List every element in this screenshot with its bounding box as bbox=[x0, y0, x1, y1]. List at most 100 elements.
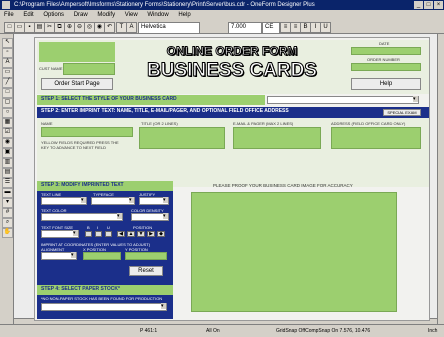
y-position-field[interactable] bbox=[125, 252, 167, 260]
menu-bar: File Edit Options Draw Modify View Windo… bbox=[0, 10, 444, 20]
step2-header: STEP 2: ENTER IMPRINT TEXT: NAME, TITLE,… bbox=[37, 107, 429, 118]
cust-name-label: CUST NAME bbox=[39, 66, 63, 71]
card-proof-preview bbox=[191, 192, 397, 312]
alignment-dropdown[interactable] bbox=[41, 252, 77, 260]
menu-draw[interactable]: Draw bbox=[74, 12, 88, 18]
app-icon bbox=[2, 1, 10, 9]
radio-tool-icon[interactable]: ◉ bbox=[2, 138, 13, 148]
tool-palette: ↖ ▫ A ▭ ╱ □ ▢ ○ ▦ ☑ ◉ ▣ ▥ ▤ ☰ ▬ ▾ # ⌕ ✋ bbox=[0, 34, 14, 330]
menu-help[interactable]: Help bbox=[178, 12, 190, 18]
required-note: YELLOW FIELDS REQUIRED PRESS THE KEY TO … bbox=[41, 140, 119, 150]
shade-tool-icon[interactable]: ▦ bbox=[2, 118, 13, 128]
hand-tool-icon[interactable]: ✋ bbox=[2, 228, 13, 238]
font-tool-icon[interactable]: A bbox=[126, 22, 137, 33]
toolbar: □ ▭ ▪ ▤ ✂ ⧉ ⊕ ⊖ ◎ ◉ ↶ T A Helvetica 7.00… bbox=[0, 20, 444, 34]
underline-label: U bbox=[107, 225, 110, 230]
cust-name-field[interactable] bbox=[63, 63, 115, 75]
color-density-dropdown[interactable] bbox=[131, 213, 169, 221]
window-title: C:\Program Files\Ampersoft\Imsforms\Stat… bbox=[14, 2, 315, 8]
proof-caption: PLEASE PROOF YOUR BUSINESS CARD IMAGE FO… bbox=[213, 183, 353, 188]
combo-tool-icon[interactable]: ▾ bbox=[2, 198, 13, 208]
order-number-label: ORDER NUMBER bbox=[367, 57, 400, 62]
help-button[interactable]: Help bbox=[351, 78, 421, 90]
reset-button[interactable]: Reset bbox=[129, 266, 163, 276]
minimize-button[interactable]: _ bbox=[414, 1, 423, 9]
paper-note: *NO NON-PAPER STOCK HAS BEEN FOUND FOR P… bbox=[41, 296, 163, 301]
order-start-page-button[interactable]: Order Start Page bbox=[41, 78, 113, 90]
x-position-field[interactable] bbox=[83, 252, 121, 260]
nudge-right-icon[interactable]: ▶ bbox=[147, 231, 155, 237]
menu-window[interactable]: Window bbox=[147, 12, 168, 18]
col-name-label: NAME bbox=[41, 121, 53, 126]
col-email-label: E-MAIL & PAGER (MAX 2 LINES) bbox=[233, 121, 294, 126]
box-tool-icon[interactable]: □ bbox=[2, 88, 13, 98]
italic-label: I bbox=[97, 225, 99, 230]
grid-tool-icon[interactable]: # bbox=[2, 208, 13, 218]
col-title-label: TITLE (OR 2 LINES) bbox=[141, 121, 178, 126]
barcode-tool-icon[interactable]: ▥ bbox=[2, 158, 13, 168]
table-tool-icon[interactable]: ▤ bbox=[2, 168, 13, 178]
image-tool-icon[interactable]: ▣ bbox=[2, 148, 13, 158]
bold-label: B bbox=[87, 225, 90, 230]
menu-file[interactable]: File bbox=[4, 12, 14, 18]
title-bar: C:\Program Files\Ampersoft\Imsforms\Stat… bbox=[0, 0, 444, 10]
italic-checkbox[interactable] bbox=[95, 231, 102, 237]
logo-area bbox=[39, 42, 115, 62]
list-tool-icon[interactable]: ☰ bbox=[2, 178, 13, 188]
font-size-field[interactable]: 7.000 bbox=[228, 22, 262, 34]
email-pager-field[interactable] bbox=[233, 127, 321, 149]
form-title-line1: ONLINE ORDER FORM bbox=[166, 44, 298, 59]
underline-icon[interactable]: U bbox=[320, 22, 331, 33]
order-number-field[interactable] bbox=[351, 63, 421, 71]
nudge-reset-icon[interactable]: ◆ bbox=[157, 231, 165, 237]
zoom-tool-icon[interactable]: ⌕ bbox=[2, 218, 13, 228]
typeface-dropdown[interactable] bbox=[91, 197, 135, 205]
vertical-scrollbar[interactable] bbox=[437, 34, 444, 324]
position-label: POSITION bbox=[133, 225, 153, 230]
menu-edit[interactable]: Edit bbox=[23, 12, 33, 18]
form-title-line2: BUSINESS CARDS bbox=[147, 60, 318, 82]
text-line-dropdown[interactable] bbox=[41, 197, 87, 205]
step3-header: STEP 3: MODIFY IMPRINTED TEXT bbox=[37, 181, 173, 191]
underline-checkbox[interactable] bbox=[105, 231, 112, 237]
select-tool-icon[interactable]: ▫ bbox=[2, 48, 13, 58]
menu-options[interactable]: Options bbox=[43, 12, 64, 18]
paper-stock-dropdown[interactable] bbox=[41, 303, 167, 311]
status-page: P 461:1 bbox=[140, 328, 158, 334]
button-tool-icon[interactable]: ▬ bbox=[2, 188, 13, 198]
field-tool-icon[interactable]: ▭ bbox=[2, 68, 13, 78]
text-tool-icon[interactable]: A bbox=[2, 58, 13, 68]
style-field[interactable]: CE bbox=[262, 22, 280, 34]
card-style-dropdown[interactable] bbox=[267, 96, 419, 104]
address-field[interactable] bbox=[331, 127, 421, 149]
check-tool-icon[interactable]: ☑ bbox=[2, 128, 13, 138]
form-page: CUST NAME Order Start Page ONLINE ORDER … bbox=[34, 37, 430, 321]
status-mode: All On bbox=[206, 328, 220, 334]
step1-header: STEP 1: SELECT THE STYLE OF YOUR BUSINES… bbox=[37, 95, 265, 105]
pointer-tool-icon[interactable]: ↖ bbox=[2, 38, 13, 48]
menu-modify[interactable]: Modify bbox=[97, 12, 115, 18]
nudge-up-icon[interactable]: ▲ bbox=[127, 231, 135, 237]
status-snap: GridSnap OffCompSnap On 7.576, 10.476 bbox=[276, 328, 371, 334]
status-bar: P 461:1 All On GridSnap OffCompSnap On 7… bbox=[0, 324, 444, 337]
nudge-down-icon[interactable]: ▼ bbox=[137, 231, 145, 237]
undo-icon[interactable]: ↶ bbox=[104, 22, 115, 33]
date-label: DATE bbox=[379, 41, 390, 46]
title-field[interactable] bbox=[139, 127, 225, 149]
date-field[interactable] bbox=[351, 47, 421, 55]
name-field[interactable] bbox=[41, 127, 133, 137]
close-button[interactable]: × bbox=[434, 1, 443, 9]
ellipse-tool-icon[interactable]: ○ bbox=[2, 108, 13, 118]
menu-view[interactable]: View bbox=[125, 12, 138, 18]
nudge-left-icon[interactable]: ◀ bbox=[117, 231, 125, 237]
text-color-dropdown[interactable] bbox=[41, 213, 123, 221]
maximize-button[interactable]: □ bbox=[424, 1, 433, 9]
bold-checkbox[interactable] bbox=[85, 231, 92, 237]
line-tool-icon[interactable]: ╱ bbox=[2, 78, 13, 88]
col-address-label: ADDRESS (FIELD OFFICE CARD ONLY) bbox=[331, 121, 406, 126]
font-select[interactable]: Helvetica bbox=[138, 22, 200, 34]
justify-dropdown[interactable] bbox=[139, 197, 169, 205]
special-exam-button[interactable]: SPECIAL EXAM bbox=[383, 109, 421, 116]
font-size-dropdown[interactable] bbox=[41, 230, 79, 238]
round-box-tool-icon[interactable]: ▢ bbox=[2, 98, 13, 108]
